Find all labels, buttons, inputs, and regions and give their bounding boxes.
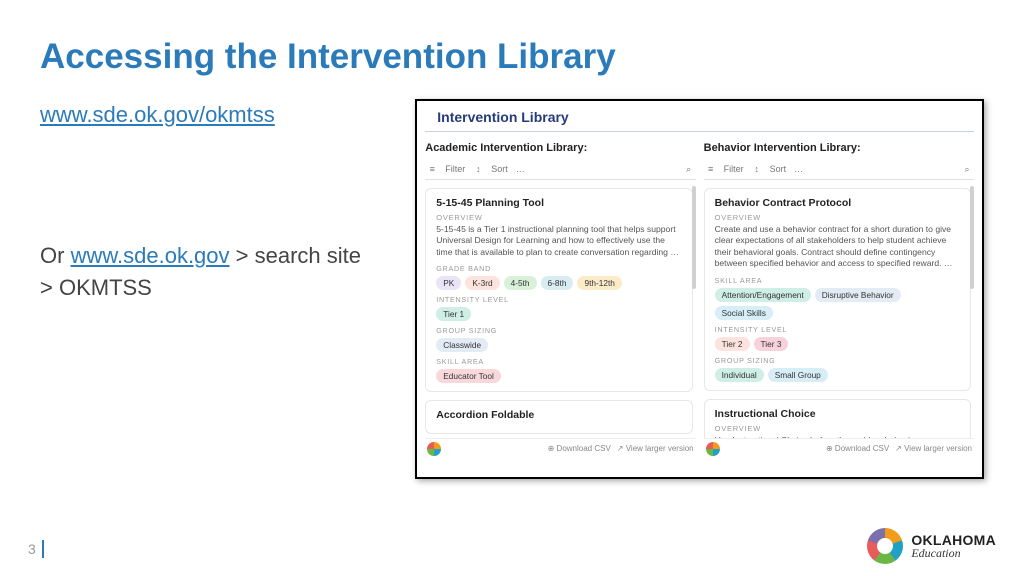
filter-label[interactable]: Filter bbox=[445, 164, 465, 174]
filter-icon[interactable]: ≡ bbox=[706, 164, 716, 174]
pill-row: Individual Small Group bbox=[715, 368, 960, 382]
pill-row: Tier 1 bbox=[436, 307, 681, 321]
view-larger[interactable]: ↗ View larger version bbox=[895, 444, 972, 453]
field-label: SKILL AREA bbox=[436, 357, 681, 366]
notion-logo-icon bbox=[427, 442, 441, 456]
filter-icon[interactable]: ≡ bbox=[427, 164, 437, 174]
card-title: Behavior Contract Protocol bbox=[715, 197, 960, 209]
behavior-toolbar: ≡ Filter ↕ Sort … ⌕ bbox=[704, 160, 974, 180]
card-title: Accordion Foldable bbox=[436, 409, 681, 421]
academic-title: Academic Intervention Library: bbox=[425, 142, 695, 154]
tag-pill: 6-8th bbox=[541, 276, 574, 290]
sort-icon[interactable]: ↕ bbox=[473, 164, 483, 174]
brand: OKLAHOMA Education bbox=[867, 528, 996, 564]
behavior-panel: Behavior Intervention Library: ≡ Filter … bbox=[704, 138, 974, 456]
pill-row: Classwide bbox=[436, 338, 681, 352]
field-label: SKILL AREA bbox=[715, 276, 960, 285]
tag-pill: 4-5th bbox=[504, 276, 537, 290]
brand-line1: OKLAHOMA bbox=[911, 533, 996, 547]
pill-row: Educator Tool bbox=[436, 369, 681, 383]
tag-pill: Tier 3 bbox=[754, 337, 789, 351]
slide-title: Accessing the Intervention Library bbox=[40, 38, 984, 77]
field-label: GROUP SIZING bbox=[715, 356, 960, 365]
field-label: GROUP SIZING bbox=[436, 326, 681, 335]
link-okmtss[interactable]: www.sde.ok.gov/okmtss bbox=[40, 102, 275, 127]
download-csv[interactable]: ⊕ Download CSV bbox=[548, 444, 611, 453]
filter-label[interactable]: Filter bbox=[724, 164, 744, 174]
notion-logo-icon bbox=[706, 442, 720, 456]
tag-pill: K-3rd bbox=[465, 276, 499, 290]
link-sde[interactable]: www.sde.ok.gov bbox=[71, 243, 230, 268]
tag-pill: Social Skills bbox=[715, 306, 773, 320]
tag-pill: Educator Tool bbox=[436, 369, 501, 383]
overview-text: Use Instructional Choice before the prob… bbox=[715, 435, 960, 438]
sort-label[interactable]: Sort bbox=[491, 164, 508, 174]
tag-pill: Classwide bbox=[436, 338, 488, 352]
tag-pill: Disruptive Behavior bbox=[815, 288, 901, 302]
field-label: INTENSITY LEVEL bbox=[436, 295, 681, 304]
tag-pill: Attention/Engagement bbox=[715, 288, 811, 302]
field-label: INTENSITY LEVEL bbox=[715, 325, 960, 334]
tag-pill: PK bbox=[436, 276, 461, 290]
left-text-column: www.sde.ok.gov/okmtss Or www.sde.ok.gov … bbox=[40, 99, 379, 479]
brand-logo-icon bbox=[867, 528, 903, 564]
list-item[interactable]: Behavior Contract Protocol OVERVIEW Create… bbox=[704, 188, 971, 391]
overview-label: OVERVIEW bbox=[436, 213, 681, 222]
more-icon[interactable]: … bbox=[516, 164, 525, 174]
overview-label: OVERVIEW bbox=[715, 424, 960, 433]
academic-panel: Academic Intervention Library: ≡ Filter … bbox=[425, 138, 695, 456]
pill-row: Attention/Engagement Disruptive Behavior S… bbox=[715, 288, 960, 320]
tag-pill: Tier 2 bbox=[715, 337, 750, 351]
view-larger[interactable]: ↗ View larger version bbox=[617, 444, 694, 453]
card-title: 5-15-45 Planning Tool bbox=[436, 197, 681, 209]
sort-label[interactable]: Sort bbox=[770, 164, 787, 174]
sort-icon[interactable]: ↕ bbox=[752, 164, 762, 174]
tag-pill: Small Group bbox=[768, 368, 828, 382]
tag-pill: Individual bbox=[715, 368, 764, 382]
search-icon[interactable]: ⌕ bbox=[962, 164, 972, 175]
pill-row: Tier 2 Tier 3 bbox=[715, 337, 960, 351]
card-title: Instructional Choice bbox=[715, 408, 960, 420]
screenshot-header: Intervention Library bbox=[425, 101, 974, 132]
more-icon[interactable]: … bbox=[794, 164, 803, 174]
list-item[interactable]: Instructional Choice OVERVIEW Use Instruct… bbox=[704, 399, 971, 438]
scrollbar[interactable] bbox=[692, 186, 696, 289]
academic-toolbar: ≡ Filter ↕ Sort … ⌕ bbox=[425, 160, 695, 180]
page-number: 3 bbox=[28, 540, 44, 558]
tag-pill: Tier 1 bbox=[436, 307, 471, 321]
list-item[interactable]: Accordion Foldable bbox=[425, 400, 692, 434]
overview-label: OVERVIEW bbox=[715, 213, 960, 222]
or-prefix: Or bbox=[40, 243, 71, 268]
screenshot-panel: Intervention Library Academic Interventi… bbox=[415, 99, 984, 479]
tag-pill: 9th-12th bbox=[577, 276, 621, 290]
behavior-title: Behavior Intervention Library: bbox=[704, 142, 974, 154]
search-icon[interactable]: ⌕ bbox=[684, 164, 694, 175]
scrollbar[interactable] bbox=[970, 186, 974, 289]
overview-text: 5-15-45 is a Tier 1 instructional planni… bbox=[436, 224, 681, 259]
pill-row: PK K-3rd 4-5th 6-8th9th-12th bbox=[436, 276, 681, 290]
brand-line2: Education bbox=[911, 547, 996, 559]
list-item[interactable]: 5-15-45 Planning Tool OVERVIEW 5-15-45 is … bbox=[425, 188, 692, 393]
field-label: GRADE BAND bbox=[436, 264, 681, 273]
overview-text: Create and use a behavior contract for a… bbox=[715, 224, 960, 270]
download-csv[interactable]: ⊕ Download CSV bbox=[826, 444, 889, 453]
